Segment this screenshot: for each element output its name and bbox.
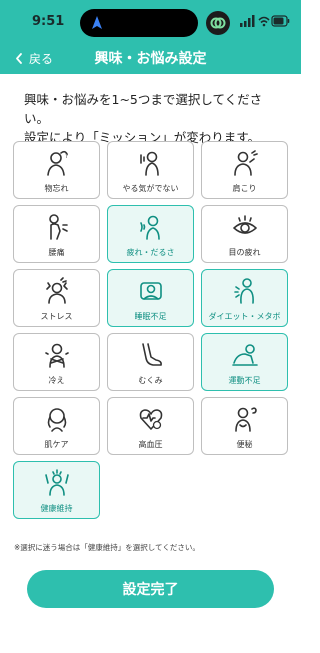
option-tile[interactable]: むくみ xyxy=(107,333,194,391)
option-label: むくみ xyxy=(138,376,163,385)
option-label: 運動不足 xyxy=(228,376,261,385)
option-tile[interactable]: ダイエット・メタボ xyxy=(201,269,288,327)
header-bar: 9:51 戻る 興味・お悩み設定 xyxy=(0,0,301,74)
cold-icon xyxy=(44,343,69,368)
option-tile[interactable]: 高血圧 xyxy=(107,397,194,455)
page-title: 興味・お悩み設定 xyxy=(94,51,207,67)
option-label: 疲れ・だるさ xyxy=(126,248,175,257)
complete-settings-button[interactable]: 設定完了 xyxy=(27,570,274,608)
option-tile[interactable]: ストレス xyxy=(13,269,100,327)
constipation-icon xyxy=(234,407,257,432)
option-tile[interactable]: 冷え xyxy=(13,333,100,391)
back-pain-icon xyxy=(48,214,68,240)
option-tile[interactable]: 便秘 xyxy=(201,397,288,455)
swelling-icon xyxy=(141,343,162,366)
concern-options-grid: ? 物忘れ やる気がでない 肩こり 腰痛 疲れ・だるさ 目の疲れ ストレス 睡眠… xyxy=(13,141,289,519)
navigation-arrow-icon xyxy=(92,16,102,29)
option-tile[interactable]: 健康維持 xyxy=(13,461,100,519)
dynamic-island xyxy=(80,9,198,37)
option-tile[interactable]: 運動不足 xyxy=(201,333,288,391)
option-label: ダイエット・メタボ xyxy=(208,312,281,321)
status-time: 9:51 xyxy=(32,14,65,29)
sleep-icon xyxy=(139,282,162,300)
option-label: ストレス xyxy=(40,312,73,321)
option-tile[interactable]: 疲れ・だるさ xyxy=(107,205,194,263)
svg-text:?: ? xyxy=(65,153,68,160)
option-label: 物忘れ xyxy=(44,184,69,193)
option-tile[interactable]: ? 物忘れ xyxy=(13,141,100,199)
option-tile[interactable]: 睡眠不足 xyxy=(107,269,194,327)
option-label: 目の疲れ xyxy=(228,248,261,257)
eye-strain-icon xyxy=(232,215,257,234)
stiff-shoulder-icon xyxy=(233,150,258,176)
option-label: 便秘 xyxy=(236,440,253,449)
exercise-icon xyxy=(231,344,258,366)
blood-pressure-icon xyxy=(139,409,162,430)
option-label: 健康維持 xyxy=(40,504,73,513)
forgetful-icon: ? xyxy=(46,150,68,176)
option-tile[interactable]: 目の疲れ xyxy=(201,205,288,263)
diet-icon xyxy=(233,278,254,304)
health-icon xyxy=(44,469,69,496)
stress-icon xyxy=(45,277,68,304)
option-tile[interactable]: 肌ケア xyxy=(13,397,100,455)
app-link-icon xyxy=(206,11,230,35)
option-label: 肩こり xyxy=(232,184,257,193)
unmotivated-icon xyxy=(139,151,159,176)
fatigue-icon xyxy=(139,215,160,240)
selection-note: ※選択に迷う場合は「健康維持」を選択してください。 xyxy=(14,543,200,552)
option-label: 腰痛 xyxy=(48,248,65,257)
instructions-line-1: 興味・お悩みを1~5つまで選択してください。 xyxy=(24,92,263,126)
option-tile[interactable]: 肩こり xyxy=(201,141,288,199)
status-indicators-icon xyxy=(240,15,290,27)
option-label: 冷え xyxy=(48,376,65,385)
option-tile[interactable]: やる気がでない xyxy=(107,141,194,199)
instructions: 興味・お悩みを1~5つまで選択してください。 設定により「ミッション」が変わりま… xyxy=(24,90,284,147)
option-label: 肌ケア xyxy=(44,440,69,449)
option-label: 高血圧 xyxy=(138,440,163,449)
skin-care-icon xyxy=(47,408,66,432)
option-tile[interactable]: 腰痛 xyxy=(13,205,100,263)
option-label: 睡眠不足 xyxy=(134,312,167,321)
option-label: やる気がでない xyxy=(122,184,179,193)
